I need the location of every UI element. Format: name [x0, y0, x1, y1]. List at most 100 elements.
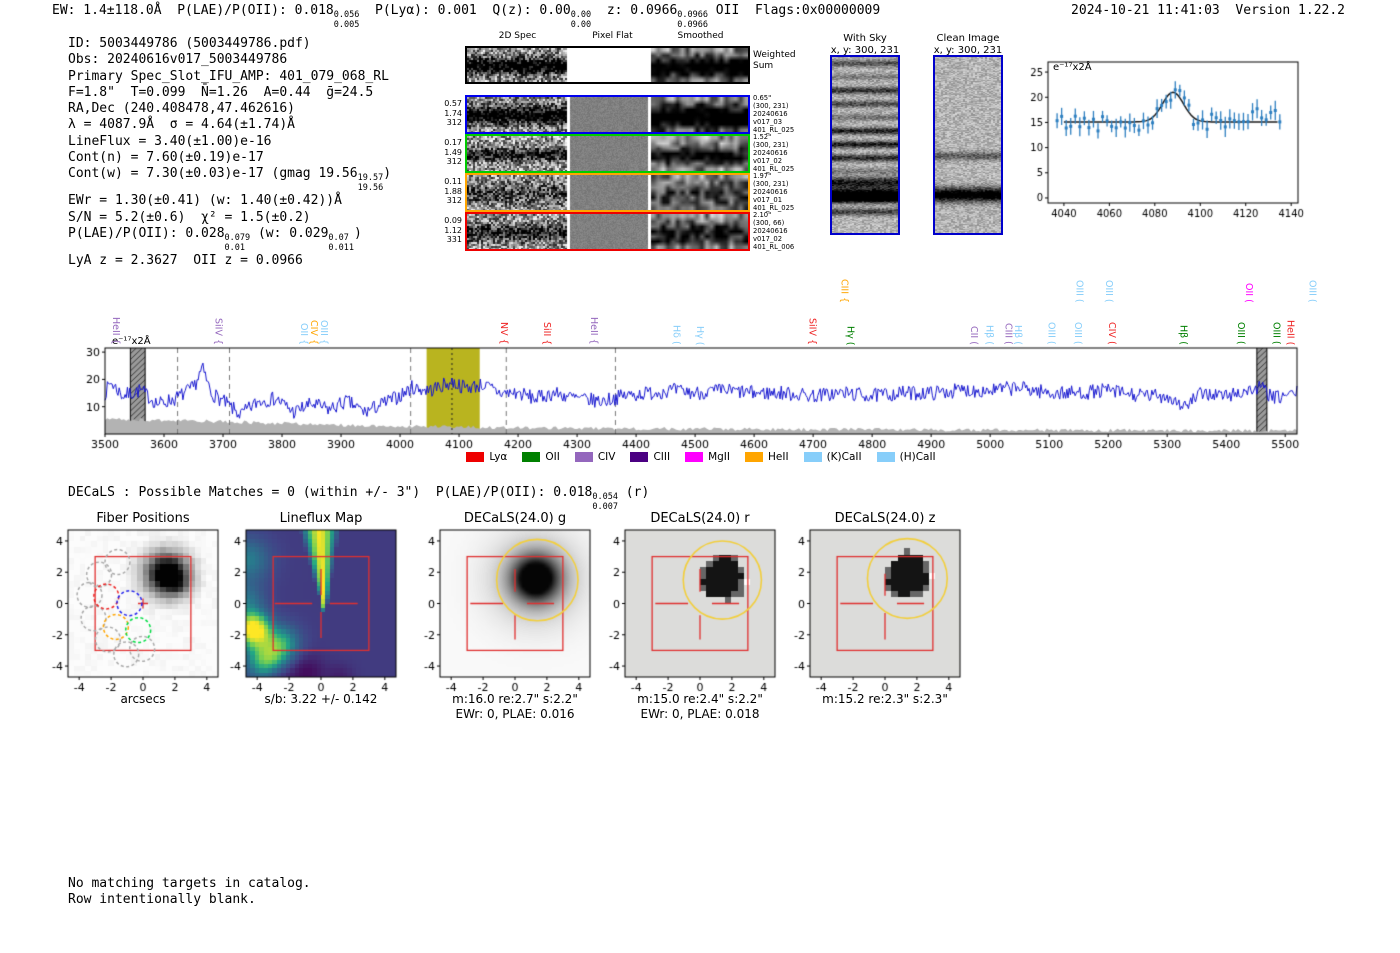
- info-line-5: RA,Dec (240.408478,47.462616): [68, 101, 391, 117]
- legend-item-civ: CIV: [575, 451, 616, 463]
- legend-swatch: [630, 452, 648, 462]
- legend-swatch: [466, 452, 484, 462]
- decals-r-cutout: [595, 518, 785, 700]
- cutout-row-left-stats: 0.091.12331: [440, 216, 462, 245]
- info-line-3: Primary Spec_Slot_IFU_AMP: 401_079_068_R…: [68, 69, 391, 85]
- withsky-image: [832, 57, 898, 233]
- emission-line-label-ciii: CIII (: [1002, 287, 1014, 345]
- legend-swatch: [522, 452, 540, 462]
- cutout-row-left-stats: 0.111.88312: [440, 177, 462, 206]
- info-line-2: Obs: 20240616v017_5003449786: [68, 52, 391, 68]
- cutout-col-header-smoothed: Smoothed: [663, 31, 738, 41]
- withsky-title: With Skyx, y: 300, 231: [810, 33, 920, 56]
- emission-line-label-heii: HeII {: [587, 287, 599, 345]
- inset-flux-units-annotation: e⁻¹⁷x2Å: [1053, 62, 1092, 73]
- footer-line-1: No matching targets in catalog.: [68, 876, 311, 891]
- emission-line-label-oiii: OIII {: [317, 287, 329, 345]
- cutout-row-1: [465, 95, 750, 134]
- withsky-panel: [830, 55, 900, 235]
- legend-item-ciii: CIII: [630, 451, 670, 463]
- emission-line-label-h: Hβ (: [983, 287, 995, 345]
- emission-line-label-oiii: OIII (: [1045, 287, 1057, 345]
- info-line-10: EWr = 1.30(±0.41) (w: 1.40(±0.42))Å: [68, 193, 391, 209]
- emission-line-label-siii: SiII {: [540, 287, 552, 345]
- legend-swatch: [804, 452, 822, 462]
- cutout-row-right-meta: 1.97"(300, 231)20240616v017_01401_RL_025: [753, 172, 794, 212]
- cutout-row-right-meta: 0.65"(300, 231)20240616v017_03401_RL_025: [753, 94, 794, 134]
- cutout-row-images: [467, 175, 748, 210]
- report-datetime-version: 2024-10-21 11:41:03 Version 1.22.2: [1071, 3, 1345, 18]
- legend-swatch: [575, 452, 593, 462]
- cutout-row-images: [467, 97, 748, 132]
- emission-line-label-oiii: OIII (: [1073, 245, 1085, 303]
- info-line-11: S/N = 5.2(±0.6) χ² = 1.5(±0.2): [68, 210, 391, 226]
- legend-swatch: [745, 452, 763, 462]
- weighted-sum-label: WeightedSum: [753, 50, 796, 71]
- info-line-12: P(LAE)/P(OII): 0.0280.0790.01 (w: 0.0290…: [68, 226, 391, 253]
- emission-line-label-oii: OII {: [297, 287, 309, 345]
- emission-line-label-oiii: OIII (: [1270, 287, 1282, 345]
- emission-line-label-oiii: OIII (: [1306, 245, 1318, 303]
- legend-item-hcaii: (H)CaII: [877, 451, 936, 463]
- footer-line-2: Row intentionally blank.: [68, 892, 256, 907]
- cutout-row-weighted: [465, 46, 750, 84]
- report-version: Version 1.22.2: [1235, 3, 1345, 18]
- cutout-row-left-stats: 0.571.74312: [440, 99, 462, 128]
- cutout-row-images: [467, 136, 748, 171]
- cutout-row-images: [467, 48, 748, 82]
- emission-line-label-heii: HeII (: [1284, 287, 1296, 345]
- legend-item-heii: HeII: [745, 451, 789, 463]
- legend-item-oii: OII: [522, 451, 559, 463]
- info-line-4: F=1.8" T=0.099 N̄=1.26 A=0.44 ḡ=24.5: [68, 85, 391, 101]
- emission-line-label-h: Hβ (: [1177, 287, 1189, 345]
- cleanimage-panel: [933, 55, 1003, 235]
- emission-line-label-ciii: CIII {: [838, 245, 850, 303]
- emission-line-label-oiii: OIII (: [1071, 287, 1083, 345]
- fiber-positions-plot: [38, 518, 228, 700]
- cutout-row-right-meta: 2.10"(300, 66)20240616v017_02401_RL_006: [753, 211, 794, 251]
- panel-xlabel2-3: EWr: 0, PLAE: 0.018: [585, 707, 815, 721]
- line-fit-inset-chart: [1016, 52, 1316, 227]
- decals-g-cutout: [410, 518, 600, 700]
- summary-header: EW: 1.4±118.0Å P(LAE)/P(OII): 0.0180.056…: [52, 3, 880, 30]
- emission-line-label-civ: CIV (: [1105, 287, 1117, 345]
- spectrum-flux-units-annotation: e⁻¹⁷x2Å: [112, 336, 151, 347]
- legend-swatch: [877, 452, 895, 462]
- info-line-8: Cont(n) = 7.60(±0.19)e-17: [68, 150, 391, 166]
- cutout-col-header-pixelflat: Pixel Flat: [575, 31, 650, 41]
- emission-line-label-h: Hδ (: [670, 287, 682, 345]
- emission-line-label-oii: OII (: [1242, 245, 1254, 303]
- emission-line-label-oiii: OIII (: [1234, 287, 1246, 345]
- emission-line-label-civ: CIV {: [307, 287, 319, 345]
- cleanimage-title: Clean Imagex, y: 300, 231: [913, 33, 1023, 56]
- legend-item-mgii: MgII: [685, 451, 730, 463]
- legend-swatch: [685, 452, 703, 462]
- cutout-row-3: [465, 173, 750, 212]
- info-line-7: LineFlux = 3.40(±1.00)e-16: [68, 134, 391, 150]
- catalog-match-line: DECaLS : Possible Matches = 0 (within +/…: [68, 485, 649, 512]
- full-spectrum-chart: [75, 342, 1305, 450]
- info-line-1: ID: 5003449786 (5003449786.pdf): [68, 36, 391, 52]
- emission-line-label-nv: NV {: [497, 287, 509, 345]
- elixer-report-page: { "header": { "segments": [ {"t":"EW: 1.…: [0, 0, 1400, 953]
- legend-item-ly: Lyα: [466, 451, 507, 463]
- info-line-13: LyA z = 2.3627 OII z = 0.0966: [68, 253, 391, 269]
- emission-line-label-h: Hγ (: [844, 287, 856, 345]
- lineflux-map-plot: [216, 518, 406, 700]
- cutout-row-images: [467, 214, 748, 249]
- info-line-9: Cont(w) = 7.30(±0.03)e-17 (gmag 19.5619.…: [68, 166, 391, 193]
- cutout-col-header-2dspec: 2D Spec: [480, 31, 555, 41]
- info-line-6: λ = 4087.9Å σ = 4.64(±1.74)Å: [68, 117, 391, 133]
- cutout-row-left-stats: 0.171.49312: [440, 138, 462, 167]
- emission-line-label-h: Hβ (: [1011, 287, 1023, 345]
- cutout-row-4: [465, 212, 750, 251]
- emission-line-label-siiv: SiIV {: [212, 287, 224, 345]
- cutout-row-right-meta: 1.52"(300, 231)20240616v017_02401_RL_025: [753, 133, 794, 173]
- emission-line-label-oiii: OIII (: [1102, 245, 1114, 303]
- cleanimage-image: [935, 57, 1001, 233]
- emission-line-label-cii: CII (: [967, 287, 979, 345]
- emission-line-label-h: Hγ (: [693, 287, 705, 345]
- report-datetime: 2024-10-21 11:41:03: [1071, 3, 1220, 18]
- legend-item-kcaii: (K)CaII: [804, 451, 862, 463]
- target-info-block: ID: 5003449786 (5003449786.pdf)Obs: 2024…: [68, 36, 391, 269]
